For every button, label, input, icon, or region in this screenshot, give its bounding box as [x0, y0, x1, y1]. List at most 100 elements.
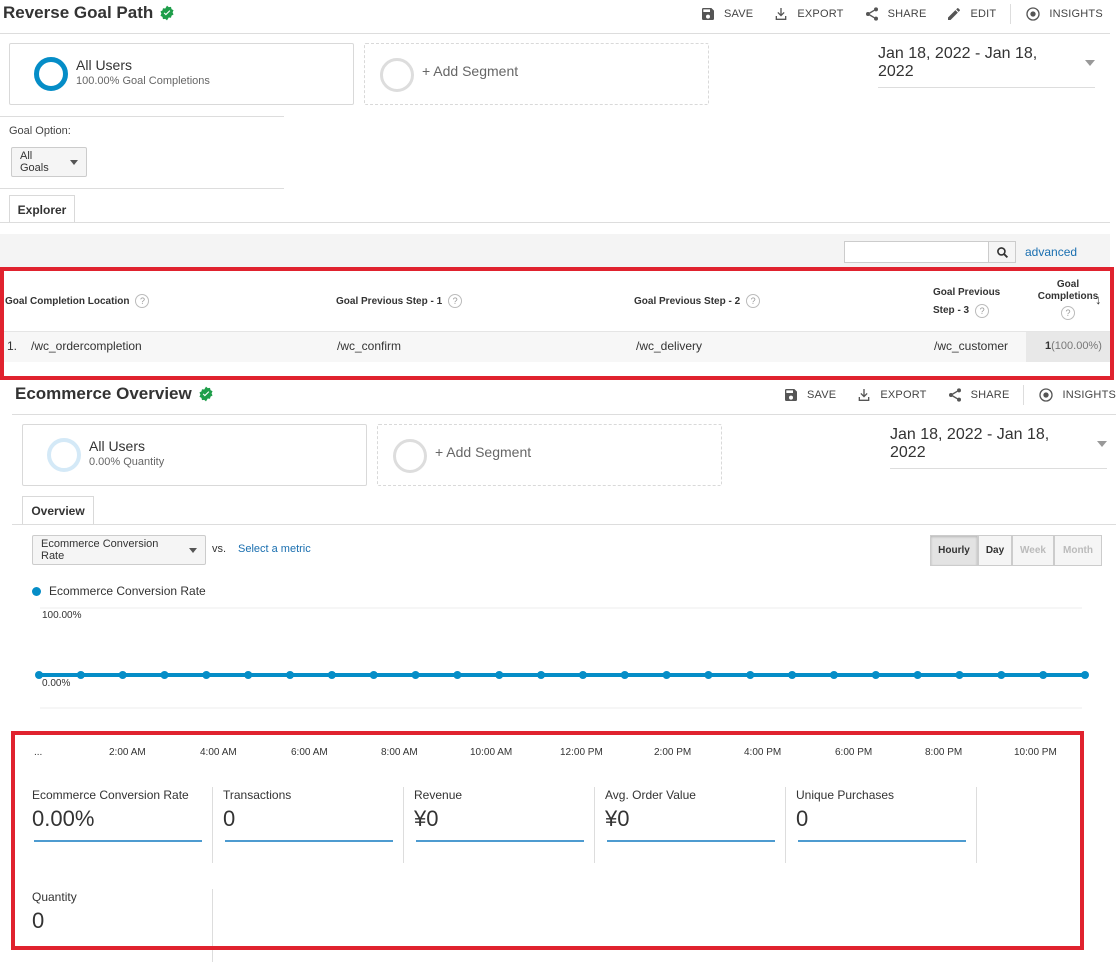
chevron-down-icon: [189, 547, 197, 553]
data-point[interactable]: [244, 671, 253, 679]
y-tick-bottom: 0.00%: [42, 678, 71, 689]
add-segment-label: + Add Segment: [435, 444, 532, 460]
report-title: Ecommerce Overview: [15, 384, 192, 403]
verified-icon: [160, 5, 174, 21]
insights-icon: [1026, 7, 1041, 21]
vs-label: vs.: [212, 543, 227, 555]
report-toolbar: SAVE EXPORT SHARE EDIT INSIGHTS: [690, 4, 1113, 24]
edit-button[interactable]: EDIT: [936, 6, 1006, 22]
date-range-text: Jan 18, 2022 - Jan 18, 2022: [878, 45, 1038, 80]
data-point[interactable]: [537, 671, 546, 679]
toolbar-divider: [1023, 385, 1025, 405]
data-point[interactable]: [620, 671, 629, 679]
header-divider: [12, 414, 1116, 415]
segment-name: All Users: [89, 438, 146, 454]
data-point[interactable]: [788, 671, 797, 679]
date-range-picker[interactable]: Jan 18, 2022 - Jan 18, 2022: [890, 426, 1107, 469]
insights-button[interactable]: INSIGHTS: [1015, 6, 1113, 22]
data-point[interactable]: [955, 671, 964, 679]
data-point[interactable]: [578, 671, 587, 679]
data-point[interactable]: [704, 671, 713, 679]
search-icon: [996, 246, 1008, 258]
page-title: Ecommerce Overview: [15, 384, 214, 404]
save-icon: [702, 8, 714, 20]
export-button[interactable]: EXPORT: [763, 6, 853, 22]
data-point[interactable]: [411, 671, 420, 679]
share-button[interactable]: SHARE: [854, 6, 937, 22]
metric-select[interactable]: Ecommerce Conversion Rate: [32, 535, 206, 565]
data-point[interactable]: [829, 671, 838, 679]
legend-label: Ecommerce Conversion Rate: [49, 584, 206, 598]
data-point[interactable]: [1039, 671, 1048, 679]
granularity-toggle: Hourly Day Week Month: [930, 535, 1102, 566]
date-range-picker[interactable]: Jan 18, 2022 - Jan 18, 2022: [878, 45, 1095, 88]
table-search-input[interactable]: [844, 241, 989, 263]
segment-ring-icon: [34, 57, 68, 91]
data-point[interactable]: [662, 671, 671, 679]
highlight-box-table: [0, 267, 1114, 380]
y-tick-top: 100.00%: [42, 610, 82, 621]
segment-card[interactable]: All Users 0.00% Quantity: [22, 424, 367, 486]
data-point[interactable]: [746, 671, 755, 679]
segment-divider: [0, 116, 284, 117]
chart-legend: Ecommerce Conversion Rate: [32, 584, 206, 598]
toolbar-divider: [1010, 4, 1012, 24]
highlight-box-metrics: [11, 731, 1084, 950]
advanced-filter-link[interactable]: advanced: [1025, 245, 1077, 259]
data-point[interactable]: [369, 671, 378, 679]
share-button[interactable]: SHARE: [937, 387, 1020, 403]
add-segment-ring-icon: [380, 58, 414, 92]
data-point[interactable]: [453, 671, 462, 679]
data-point[interactable]: [118, 671, 127, 679]
report-title: Reverse Goal Path: [3, 3, 154, 22]
hourly-button[interactable]: Hourly: [930, 535, 978, 566]
page-title: Reverse Goal Path: [3, 3, 175, 23]
goal-option-select[interactable]: All Goals: [11, 147, 87, 177]
tab-overview[interactable]: Overview: [22, 496, 94, 525]
chevron-down-icon: [70, 159, 78, 165]
data-point[interactable]: [76, 671, 85, 679]
data-point[interactable]: [1081, 671, 1089, 679]
day-button[interactable]: Day: [978, 535, 1012, 566]
data-point[interactable]: [160, 671, 169, 679]
add-segment-label: + Add Segment: [422, 63, 519, 79]
data-point[interactable]: [202, 671, 211, 679]
legend-dot-icon: [32, 586, 41, 596]
data-point[interactable]: [997, 671, 1006, 679]
data-point[interactable]: [286, 671, 295, 679]
segment-subtitle: 100.00% Goal Completions: [76, 75, 210, 87]
pencil-icon: [948, 8, 961, 20]
goal-option-divider: [0, 188, 284, 189]
data-point[interactable]: [871, 671, 880, 679]
export-icon: [776, 8, 787, 20]
header-divider: [0, 33, 1110, 34]
insights-button[interactable]: INSIGHTS: [1028, 387, 1116, 403]
data-point[interactable]: [913, 671, 922, 679]
segment-subtitle: 0.00% Quantity: [89, 456, 165, 468]
segment-name: All Users: [76, 57, 133, 73]
data-point[interactable]: [327, 671, 336, 679]
save-button[interactable]: SAVE: [773, 387, 846, 403]
share-icon: [948, 388, 961, 402]
save-button[interactable]: SAVE: [690, 6, 763, 22]
chevron-down-icon: [1097, 441, 1107, 447]
tab-explorer[interactable]: Explorer: [9, 195, 75, 223]
share-icon: [865, 7, 878, 21]
week-button[interactable]: Week: [1012, 535, 1054, 566]
date-range-text: Jan 18, 2022 - Jan 18, 2022: [890, 426, 1050, 461]
segment-card[interactable]: All Users 100.00% Goal Completions: [9, 43, 354, 105]
search-button[interactable]: [988, 241, 1016, 263]
tab-divider: [0, 222, 1110, 223]
tab-divider: [12, 524, 1116, 525]
export-button[interactable]: EXPORT: [846, 387, 936, 403]
report-toolbar: SAVE EXPORT SHARE INSIGHTS: [773, 385, 1116, 405]
add-segment-card[interactable]: + Add Segment: [364, 43, 709, 105]
chevron-down-icon: [1085, 60, 1095, 66]
month-button[interactable]: Month: [1054, 535, 1102, 566]
export-icon: [859, 389, 870, 401]
save-icon: [785, 389, 797, 401]
add-segment-card[interactable]: + Add Segment: [377, 424, 722, 486]
data-point[interactable]: [495, 671, 504, 679]
select-metric-link[interactable]: Select a metric: [238, 543, 311, 555]
line-chart: [35, 607, 1089, 709]
